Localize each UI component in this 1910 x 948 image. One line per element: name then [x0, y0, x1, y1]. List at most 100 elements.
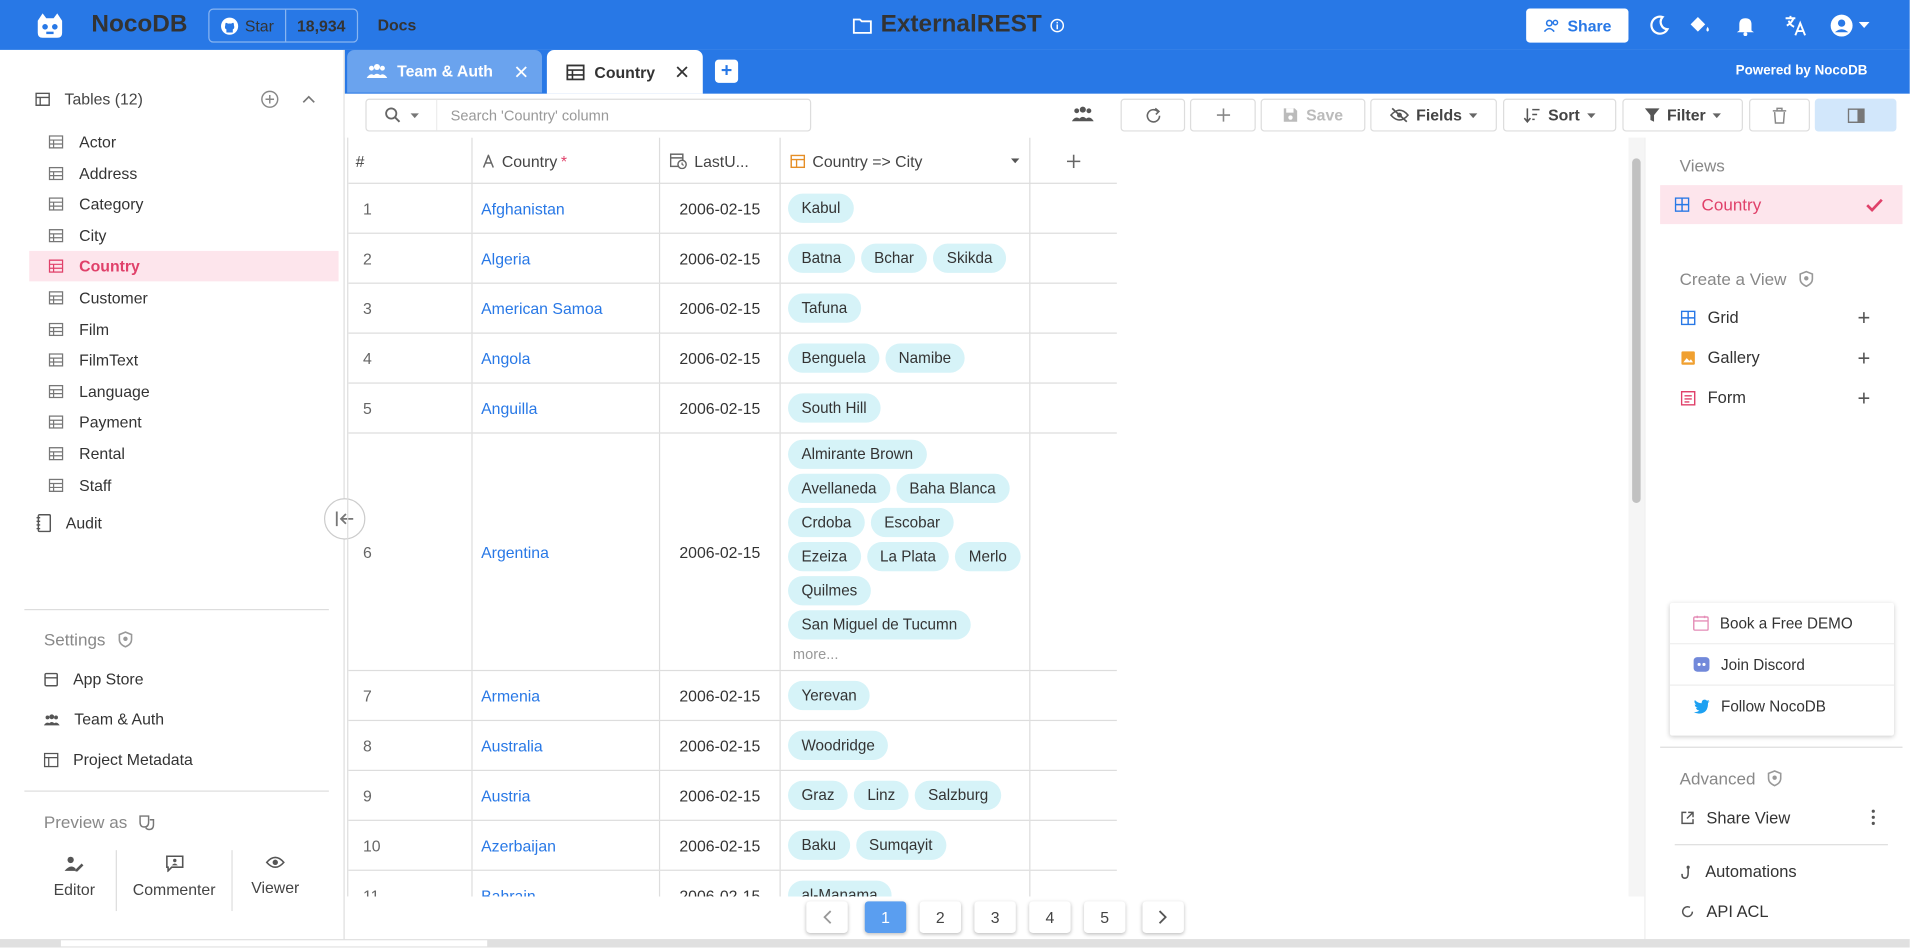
add-row-button[interactable]: [1189, 98, 1256, 132]
account-menu[interactable]: [1829, 12, 1875, 39]
search-input[interactable]: Search 'Country' column: [437, 107, 609, 124]
country-city-cell[interactable]: Batna Bchar Skikda: [781, 233, 1031, 283]
linked-city-chip[interactable]: Baha Blanca: [896, 473, 1010, 504]
table-row[interactable]: 1 Afghanistan 2006-02-15 Kabul: [348, 183, 1117, 234]
sidebar-item-staff[interactable]: Staff: [29, 470, 338, 500]
country-cell[interactable]: Azerbaijan: [473, 820, 661, 870]
last-update-cell[interactable]: 2006-02-15: [660, 233, 781, 283]
column-header-country[interactable]: Country *: [473, 137, 661, 184]
linked-city-chip[interactable]: Baku: [788, 830, 850, 860]
project-title-group[interactable]: ExternalREST: [852, 11, 1065, 39]
linked-city-chip[interactable]: Batna: [788, 243, 855, 273]
filter-button[interactable]: Filter: [1622, 98, 1743, 132]
book-demo-link[interactable]: Book a Free DEMO: [1669, 603, 1894, 645]
table-row[interactable]: 10 Azerbaijan 2006-02-15 Baku Sumqayit: [348, 820, 1117, 871]
sidebar-item-category[interactable]: Category: [29, 189, 338, 219]
last-update-cell[interactable]: 2006-02-15: [660, 283, 781, 333]
delete-button[interactable]: [1749, 98, 1810, 132]
add-gallery-view-icon[interactable]: +: [1857, 347, 1870, 369]
sidebar-item-film[interactable]: Film: [29, 314, 338, 344]
github-star-group[interactable]: Star 18,934: [208, 8, 358, 43]
preview-commenter-button[interactable]: Commenter: [125, 855, 222, 899]
sidebar-item-audit[interactable]: Audit: [36, 514, 102, 532]
toggle-views-panel-button[interactable]: [1814, 98, 1897, 132]
create-gallery-view[interactable]: Gallery: [1681, 348, 1876, 367]
country-city-cell[interactable]: Tafuna: [781, 283, 1031, 333]
linked-city-chip[interactable]: Escobar: [870, 507, 954, 538]
sidebar-item-city[interactable]: City: [29, 220, 338, 250]
close-icon[interactable]: [515, 65, 527, 77]
follow-nocodb-link[interactable]: Follow NocoDB: [1670, 686, 1894, 727]
linked-city-chip[interactable]: Ezeiza: [788, 542, 861, 572]
more-vertical-icon[interactable]: [1871, 809, 1876, 826]
grid-scrollbar-thumb[interactable]: [1632, 158, 1641, 504]
chevron-down-icon[interactable]: [1010, 158, 1020, 164]
pagination-page-5[interactable]: 5: [1084, 901, 1126, 933]
sidebar-item-payment[interactable]: Payment: [29, 407, 338, 437]
linked-city-chip[interactable]: Skikda: [933, 243, 1006, 273]
create-form-view[interactable]: Form: [1680, 389, 1876, 407]
add-column-button[interactable]: [1030, 138, 1116, 184]
linked-city-chip[interactable]: Sumqayit: [855, 830, 946, 860]
tab-team-auth[interactable]: Team & Auth: [347, 49, 543, 93]
linked-city-chip[interactable]: Avellaneda: [788, 473, 890, 504]
sidebar-item-language[interactable]: Language: [29, 376, 338, 406]
github-star-count[interactable]: 18,934: [284, 9, 357, 42]
add-table-icon[interactable]: [261, 90, 279, 108]
country-city-cell[interactable]: al-Manama: [781, 870, 1031, 897]
automations-item[interactable]: Automations: [1681, 862, 1876, 881]
country-city-cell[interactable]: Benguela Namibe: [781, 333, 1031, 383]
preview-editor-button[interactable]: Editor: [26, 855, 123, 899]
pagination-next-button[interactable]: [1142, 901, 1184, 933]
nocodb-logo-icon[interactable]: [33, 9, 67, 43]
collaborators-icon[interactable]: [1071, 106, 1094, 122]
pagination-prev-button[interactable]: [806, 901, 848, 933]
country-cell[interactable]: Algeria: [473, 233, 661, 283]
country-city-cell[interactable]: Yerevan: [781, 671, 1031, 720]
column-header-country-city[interactable]: Country => City: [781, 137, 1031, 184]
sidebar-item-address[interactable]: Address: [29, 158, 338, 188]
reload-button[interactable]: [1120, 98, 1186, 132]
sidebar-item-country[interactable]: Country: [29, 250, 339, 282]
add-form-view-icon[interactable]: +: [1857, 387, 1870, 409]
search-field-dropdown[interactable]: [367, 99, 438, 131]
linked-city-chip[interactable]: al-Manama: [788, 880, 892, 897]
linked-city-chip[interactable]: Kabul: [788, 193, 854, 223]
country-cell[interactable]: Afghanistan: [473, 183, 661, 233]
settings-item-app-store[interactable]: App Store: [44, 670, 144, 688]
country-city-cell[interactable]: Woodridge: [781, 721, 1031, 770]
last-update-cell[interactable]: 2006-02-15: [660, 870, 781, 897]
sort-button[interactable]: Sort: [1503, 98, 1617, 132]
linked-city-chip[interactable]: Benguela: [788, 343, 880, 373]
tab-country[interactable]: Country: [546, 49, 703, 94]
theme-moon-icon[interactable]: [1646, 12, 1673, 39]
add-tab-button[interactable]: +: [714, 59, 739, 83]
country-city-cell[interactable]: Graz Linz Salzburg: [781, 770, 1031, 820]
linked-city-chip[interactable]: Tafuna: [788, 293, 861, 323]
sidebar-item-filmtext[interactable]: FilmText: [29, 345, 338, 375]
table-row[interactable]: 8 Australia 2006-02-15 Woodridge: [348, 721, 1117, 771]
pagination-page-3[interactable]: 3: [974, 901, 1016, 933]
last-update-cell[interactable]: 2006-02-15: [660, 183, 781, 233]
view-item-country[interactable]: Country: [1660, 185, 1903, 225]
collapse-tables-icon[interactable]: [302, 95, 315, 104]
last-update-cell[interactable]: 2006-02-15: [660, 383, 781, 433]
github-star-button[interactable]: Star: [209, 10, 284, 42]
pagination-page-1[interactable]: 1: [864, 901, 907, 933]
table-row[interactable]: 7 Armenia 2006-02-15 Yerevan: [348, 671, 1117, 722]
linked-city-chip[interactable]: Crdoba: [788, 507, 865, 538]
column-header-last-update[interactable]: LastU...: [660, 137, 781, 184]
join-discord-link[interactable]: Join Discord: [1669, 644, 1894, 686]
table-row[interactable]: 4 Angola 2006-02-15 Benguela Namibe: [348, 333, 1117, 384]
linked-city-chip[interactable]: San Miguel de Tucumn: [788, 610, 971, 640]
country-city-cell[interactable]: Almirante Brown Avellaneda Baha Blanca Crdo…: [781, 433, 1031, 670]
linked-city-chip[interactable]: Bchar: [860, 243, 928, 273]
last-update-cell[interactable]: 2006-02-15: [660, 820, 781, 870]
linked-city-chip[interactable]: Linz: [853, 780, 909, 810]
last-update-cell[interactable]: 2006-02-15: [660, 433, 781, 670]
linked-city-chip[interactable]: Quilmes: [788, 576, 871, 606]
add-grid-view-icon[interactable]: +: [1857, 307, 1870, 329]
country-cell[interactable]: Australia: [473, 721, 661, 770]
linked-city-chip[interactable]: Merlo: [955, 542, 1021, 572]
sidebar-item-customer[interactable]: Customer: [29, 283, 338, 313]
